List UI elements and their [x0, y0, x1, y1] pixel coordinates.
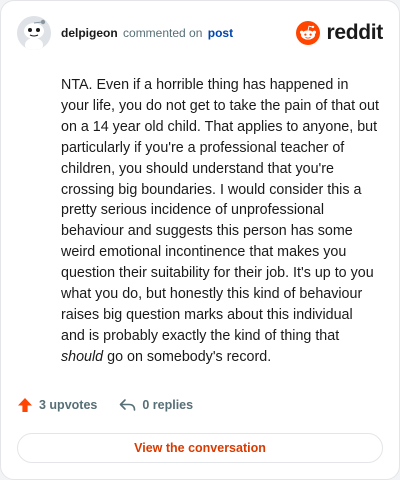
post-link[interactable]: post	[208, 26, 233, 40]
comment-emphasis: should	[61, 348, 104, 365]
comment-body: NTA. Even if a horrible thing has happen…	[61, 75, 379, 368]
comment-meta: delpigeon commented on post	[61, 26, 296, 40]
comment-footer: 3 upvotes 0 replies	[17, 397, 215, 413]
upvote-button[interactable]: 3 upvotes	[17, 397, 97, 413]
view-conversation-button[interactable]: View the conversation	[17, 433, 383, 463]
reddit-logo-icon	[296, 21, 321, 45]
username-link[interactable]: delpigeon	[61, 26, 118, 40]
comment-text-part: NTA. Even if a horrible thing has happen…	[61, 77, 379, 344]
upvote-count: 3 upvotes	[39, 398, 98, 412]
avatar[interactable]	[17, 16, 51, 50]
logo-text: reddit	[326, 21, 383, 44]
reddit-logo[interactable]: reddit	[296, 21, 383, 45]
reply-button[interactable]: 0 replies	[119, 398, 193, 412]
snoo-avatar-icon	[17, 16, 51, 50]
reply-count: 0 replies	[142, 398, 194, 412]
comment-card: delpigeon commented on post reddit NTA. …	[0, 0, 400, 480]
action-text: commented on	[123, 26, 203, 40]
comment-text-part: go on somebody's record.	[103, 348, 272, 365]
comment-header: delpigeon commented on post reddit	[17, 15, 383, 51]
reply-icon	[120, 399, 136, 411]
upvote-arrow-icon	[18, 398, 32, 412]
